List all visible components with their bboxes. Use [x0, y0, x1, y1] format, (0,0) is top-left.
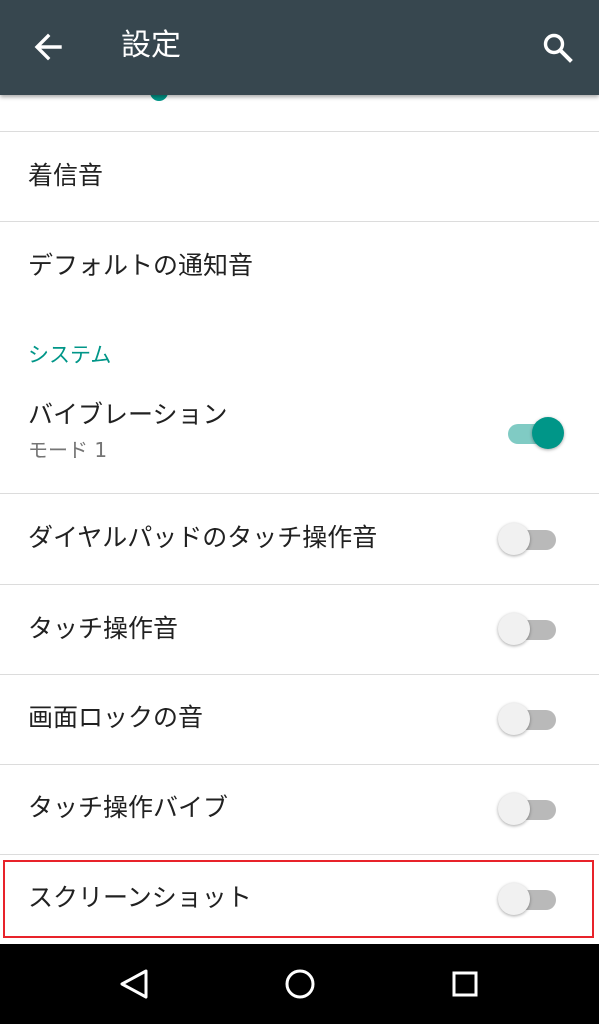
- switch-thumb: [532, 417, 564, 449]
- touch-vibration-switch[interactable]: [498, 789, 560, 829]
- touch-vibration-item[interactable]: タッチ操作バイブ: [0, 765, 599, 854]
- circle-home-icon[interactable]: [276, 960, 324, 1008]
- dialpad-sound-label: ダイヤルパッドのタッチ操作音: [28, 523, 378, 552]
- vibration-switch[interactable]: [498, 413, 564, 453]
- triangle-back-icon[interactable]: [110, 960, 158, 1008]
- search-icon[interactable]: [534, 23, 582, 71]
- touch-sound-switch[interactable]: [498, 609, 560, 649]
- dialpad-sound-item[interactable]: ダイヤルパッドのタッチ操作音: [0, 494, 599, 584]
- dialpad-sound-switch[interactable]: [498, 519, 560, 559]
- ringtone-item[interactable]: 着信音: [0, 132, 599, 221]
- square-recents-icon[interactable]: [441, 960, 489, 1008]
- vibration-mode-summary: モード 1: [28, 438, 108, 462]
- default-notification-item[interactable]: デフォルトの通知音: [0, 222, 599, 312]
- vibration-item[interactable]: バイブレーション モード 1: [0, 385, 599, 493]
- screen-lock-sound-label: 画面ロックの音: [28, 703, 204, 732]
- touch-vibration-label: タッチ操作バイブ: [28, 793, 229, 822]
- touch-sound-item[interactable]: タッチ操作音: [0, 585, 599, 674]
- settings-list[interactable]: 着信音 デフォルトの通知音 システム バイブレーション モード 1 ダイヤルパッ…: [0, 95, 599, 944]
- navigation-bar: [0, 944, 599, 1024]
- switch-thumb: [498, 793, 530, 825]
- default-notification-label: デフォルトの通知音: [28, 251, 254, 280]
- switch-thumb: [498, 523, 530, 555]
- screen-lock-sound-switch[interactable]: [498, 699, 560, 739]
- highlight-box: [3, 860, 594, 938]
- volume-slider-thumb[interactable]: [150, 95, 168, 101]
- switch-thumb: [498, 703, 530, 735]
- touch-sound-label: タッチ操作音: [28, 614, 179, 643]
- switch-thumb: [498, 613, 530, 645]
- vibration-label: バイブレーション: [28, 400, 228, 429]
- arrow-back-icon[interactable]: [24, 23, 72, 71]
- app-bar: 設定: [0, 0, 599, 95]
- ringtone-label: 着信音: [28, 161, 104, 190]
- page-title: 設定: [121, 28, 181, 63]
- screen-lock-sound-item[interactable]: 画面ロックの音: [0, 675, 599, 764]
- section-header-system: システム: [28, 343, 112, 367]
